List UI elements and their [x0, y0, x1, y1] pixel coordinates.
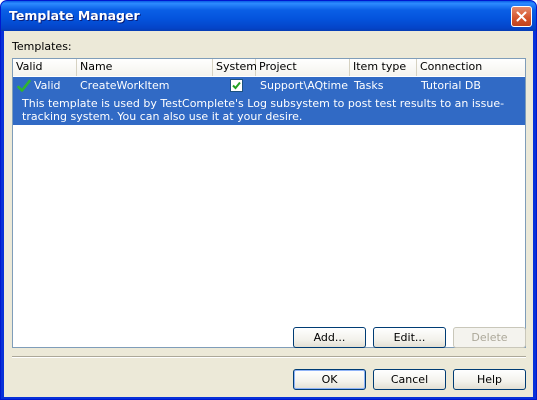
- dialog-client-area: Templates: Valid Name System Project Ite…: [4, 31, 533, 397]
- help-button[interactable]: Help: [453, 369, 526, 390]
- project-cell: Support\AQtime: [260, 79, 349, 92]
- cancel-button[interactable]: Cancel: [373, 369, 446, 390]
- name-cell: CreateWorkItem: [80, 79, 170, 92]
- grid-header: Valid Name System Project Item type Conn…: [13, 59, 525, 76]
- template-description: This template is used by TestComplete's …: [22, 97, 505, 123]
- valid-cell: Valid: [34, 79, 61, 92]
- item-type-cell: Tasks: [354, 79, 384, 92]
- edit-button[interactable]: Edit...: [373, 327, 446, 348]
- connection-cell: Tutorial DB: [421, 79, 481, 92]
- close-icon: [516, 11, 527, 22]
- add-button[interactable]: Add...: [293, 327, 366, 348]
- templates-grid[interactable]: Valid Name System Project Item type Conn…: [12, 58, 526, 348]
- title-bar[interactable]: Template Manager: [1, 1, 536, 31]
- column-header-connection[interactable]: Connection: [417, 59, 525, 76]
- column-header-project[interactable]: Project: [256, 59, 350, 76]
- column-header-item-type[interactable]: Item type: [350, 59, 417, 76]
- column-header-system[interactable]: System: [213, 59, 257, 76]
- column-header-valid[interactable]: Valid: [13, 59, 77, 76]
- column-header-name[interactable]: Name: [77, 59, 213, 76]
- template-manager-window: Template Manager Templates: Valid Name S…: [0, 0, 537, 400]
- system-checkbox[interactable]: [230, 79, 243, 92]
- close-button[interactable]: [511, 6, 532, 27]
- table-row[interactable]: Valid CreateWorkItem Support\AQtime Task…: [13, 77, 525, 125]
- delete-button[interactable]: Delete: [453, 327, 526, 348]
- separator: [12, 356, 526, 358]
- valid-check-icon: [17, 79, 31, 92]
- window-title: Template Manager: [9, 8, 140, 23]
- checkmark-icon: [232, 81, 241, 90]
- ok-button[interactable]: OK: [293, 369, 366, 390]
- templates-label: Templates:: [12, 40, 72, 53]
